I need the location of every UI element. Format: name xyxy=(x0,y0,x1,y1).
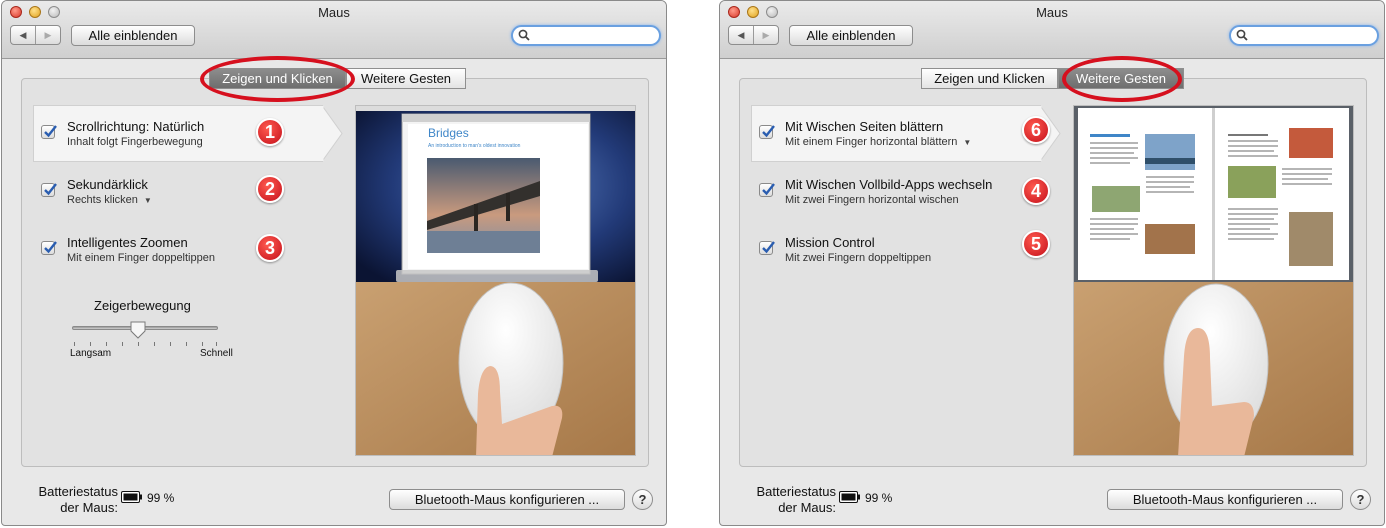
option-title: Mit Wischen Seiten blättern xyxy=(785,119,944,134)
back-arrow-icon[interactable]: ◀ xyxy=(11,26,36,44)
checkbox-swipe-pages[interactable] xyxy=(759,125,775,139)
preferences-window-gestures: Maus ◀ ▶ Alle einblenden Zeigen und Klic… xyxy=(719,0,1385,526)
search-field[interactable] xyxy=(511,25,661,46)
preview-illustration xyxy=(356,106,635,455)
bluetooth-configure-button[interactable]: Bluetooth-Maus konfigurieren ... xyxy=(1107,489,1343,510)
option-subtitle: Rechts klicken xyxy=(67,194,138,206)
titlebar: Maus ◀ ▶ Alle einblenden xyxy=(2,1,666,59)
gesture-preview-video xyxy=(1073,105,1354,456)
option-subtitle: Mit zwei Fingern doppeltippen xyxy=(785,252,932,264)
search-icon xyxy=(518,29,530,41)
checkbox-swipe-fullscreen-apps[interactable] xyxy=(759,183,775,197)
preview-illustration xyxy=(1074,106,1353,455)
back-arrow-icon[interactable]: ◀ xyxy=(729,26,754,44)
preview-doc-subtitle: An introduction to man's oldest innovati… xyxy=(428,143,521,149)
search-field[interactable] xyxy=(1229,25,1379,46)
slider-tick xyxy=(74,342,75,346)
preferences-window-pointing: Maus ◀ ▶ Alle einblenden Zeigen und Klic… xyxy=(1,0,667,526)
option-subtitle-dropdown[interactable]: Mit einem Finger horizontal blättern ▼ xyxy=(785,136,971,148)
battery-value: 99 % xyxy=(147,491,175,505)
dropdown-arrow-icon[interactable]: ▼ xyxy=(963,138,971,147)
help-button[interactable]: ? xyxy=(1350,489,1371,510)
number-badge: 3 xyxy=(256,234,284,262)
checkbox-smart-zoom[interactable] xyxy=(41,241,57,255)
search-icon xyxy=(1236,29,1248,41)
check-icon xyxy=(44,241,57,254)
battery-icon xyxy=(121,491,142,503)
slider-tick xyxy=(122,342,123,346)
checkbox-secondary-click[interactable] xyxy=(41,183,57,197)
slider-tick xyxy=(154,342,155,346)
slider-tick xyxy=(138,342,139,346)
slider-tick xyxy=(106,342,107,346)
slider-tick xyxy=(216,342,217,346)
number-badge: 1 xyxy=(256,118,284,146)
dropdown-arrow-icon[interactable]: ▼ xyxy=(144,196,152,205)
tab-point-and-click[interactable]: Zeigen und Klicken xyxy=(209,68,346,89)
option-subtitle: Mit zwei Fingern horizontal wischen xyxy=(785,194,959,206)
option-subtitle: Mit einem Finger doppeltippen xyxy=(67,252,215,264)
forward-arrow-icon[interactable]: ▶ xyxy=(36,26,60,44)
option-title: Mission Control xyxy=(785,235,875,250)
option-title: Intelligentes Zoomen xyxy=(67,235,188,250)
gesture-preview-video: Bridges An introduction to man's oldest … xyxy=(355,105,636,456)
battery-icon xyxy=(839,491,860,503)
check-icon xyxy=(762,241,775,254)
slider-tick xyxy=(186,342,187,346)
slider-min-label: Langsam xyxy=(70,348,112,359)
number-badge: 4 xyxy=(1022,177,1050,205)
option-title: Mit Wischen Vollbild-Apps wechseln xyxy=(785,177,993,192)
preview-doc-title: Bridges xyxy=(428,126,469,140)
option-title: Sekundärklick xyxy=(67,177,148,192)
slider-tick xyxy=(202,342,203,346)
number-badge: 2 xyxy=(256,175,284,203)
check-icon xyxy=(762,183,775,196)
check-icon xyxy=(44,125,57,138)
tab-more-gestures[interactable]: Weitere Gesten xyxy=(1058,68,1184,89)
option-subtitle-dropdown[interactable]: Rechts klicken ▼ xyxy=(67,194,152,206)
slider-max-label: Schnell xyxy=(200,348,233,359)
selection-arrow xyxy=(322,105,343,162)
number-badge: 6 xyxy=(1022,116,1050,144)
checkbox-mission-control[interactable] xyxy=(759,241,775,255)
option-subtitle: Mit einem Finger horizontal blättern xyxy=(785,136,958,148)
window-title: Maus xyxy=(318,5,350,20)
checkbox-scroll-direction[interactable] xyxy=(41,125,57,139)
bluetooth-configure-button[interactable]: Bluetooth-Maus konfigurieren ... xyxy=(389,489,625,510)
show-all-button[interactable]: Alle einblenden xyxy=(789,25,913,46)
tab-point-and-click[interactable]: Zeigen und Klicken xyxy=(921,68,1058,89)
window-title: Maus xyxy=(1036,5,1068,20)
tab-more-gestures[interactable]: Weitere Gesten xyxy=(346,68,466,89)
check-icon xyxy=(44,183,57,196)
check-icon xyxy=(762,125,775,138)
slider-tick xyxy=(170,342,171,346)
option-title: Scrollrichtung: Natürlich xyxy=(67,119,205,134)
slider-thumb[interactable] xyxy=(130,321,146,339)
number-badge: 5 xyxy=(1022,230,1050,258)
show-all-button[interactable]: Alle einblenden xyxy=(71,25,195,46)
titlebar: Maus ◀ ▶ Alle einblenden xyxy=(720,1,1384,59)
nav-buttons: ◀ ▶ xyxy=(728,25,779,45)
nav-buttons: ◀ ▶ xyxy=(10,25,61,45)
option-subtitle: Inhalt folgt Fingerbewegung xyxy=(67,136,203,148)
forward-arrow-icon[interactable]: ▶ xyxy=(754,26,778,44)
battery-status-label: Batteriestatus der Maus: xyxy=(38,484,119,515)
slider-tick xyxy=(90,342,91,346)
battery-value: 99 % xyxy=(865,491,893,505)
battery-status-label: Batteriestatus der Maus: xyxy=(756,484,837,515)
tracking-speed-label: Zeigerbewegung xyxy=(94,298,191,313)
help-button[interactable]: ? xyxy=(632,489,653,510)
